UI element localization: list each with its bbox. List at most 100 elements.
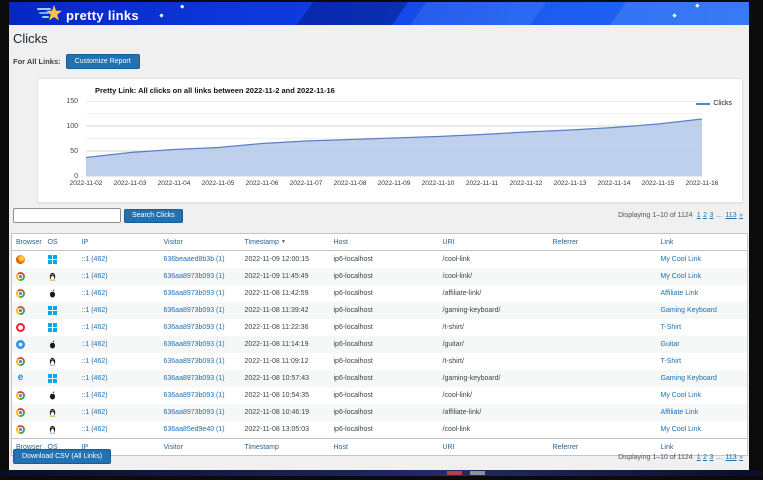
ip-cell: ::1 (462) bbox=[78, 421, 160, 439]
os-cell bbox=[44, 353, 78, 370]
search-clicks-button[interactable]: Search Clicks bbox=[124, 209, 183, 223]
page-link-113[interactable]: 113 bbox=[725, 454, 736, 461]
column-header-host[interactable]: Host bbox=[330, 439, 439, 456]
table-footer-row: BrowserOSIPVisitorTimestampHostURIReferr… bbox=[12, 439, 748, 456]
os-cell bbox=[44, 319, 78, 336]
pretty-link-link[interactable]: My Cool Link bbox=[661, 273, 701, 280]
browser-cell bbox=[12, 251, 44, 269]
column-header-referrer[interactable]: Referrer bbox=[549, 439, 657, 456]
pretty-link-link[interactable]: Guitar bbox=[661, 341, 680, 348]
ip-link[interactable]: ::1 (462) bbox=[82, 358, 108, 365]
page-link-113[interactable]: 113 bbox=[725, 212, 736, 219]
page-title: Clicks bbox=[13, 31, 48, 46]
mac-icon bbox=[48, 289, 57, 298]
referrer-cell bbox=[549, 336, 657, 353]
referrer-cell bbox=[549, 319, 657, 336]
chrome-hub-icon bbox=[18, 274, 23, 279]
visitor-link[interactable]: 636aa8973b093 (1) bbox=[164, 358, 225, 365]
ip-link[interactable]: ::1 (462) bbox=[82, 256, 108, 263]
os-cell bbox=[44, 302, 78, 319]
pretty-link-link[interactable]: Gaming Keyboard bbox=[661, 375, 717, 382]
visitor-link[interactable]: 636aa8973b093 (1) bbox=[164, 409, 225, 416]
ip-link[interactable]: ::1 (462) bbox=[82, 324, 108, 331]
page-link-3[interactable]: 3 bbox=[710, 454, 714, 461]
timestamp-cell: 2022-11-08 11:14:19 bbox=[241, 336, 330, 353]
column-header-referrer[interactable]: Referrer bbox=[549, 234, 657, 251]
visitor-link[interactable]: 636aa8973b093 (1) bbox=[164, 375, 225, 382]
topbar-stripe bbox=[399, 2, 554, 25]
ip-link[interactable]: ::1 (462) bbox=[82, 307, 108, 314]
column-header-link[interactable]: Link bbox=[657, 439, 748, 456]
pretty-link-link[interactable]: Affiliate Link bbox=[661, 409, 699, 416]
ip-link[interactable]: ::1 (462) bbox=[82, 273, 108, 280]
visitor-link[interactable]: 636beaaed8b3b (1) bbox=[164, 256, 225, 263]
timestamp-cell: 2022-11-08 10:54:35 bbox=[241, 387, 330, 404]
visitor-cell: 636aa8973b093 (1) bbox=[160, 387, 241, 404]
page-link-3[interactable]: 3 bbox=[710, 212, 714, 219]
visitor-link[interactable]: 636aa8973b093 (1) bbox=[164, 273, 225, 280]
page-link-2[interactable]: 2 bbox=[703, 454, 707, 461]
column-header-link[interactable]: Link bbox=[657, 234, 748, 251]
os-cell bbox=[44, 268, 78, 285]
visitor-link[interactable]: 636aa8973b093 (1) bbox=[164, 307, 225, 314]
clicks-table: BrowserOSIPVisitorTimestamp▼HostURIRefer… bbox=[11, 233, 748, 456]
visitor-link[interactable]: 636aa8973b093 (1) bbox=[164, 341, 225, 348]
pretty-link-link[interactable]: Gaming Keyboard bbox=[661, 307, 717, 314]
uri-cell: /t-shirt/ bbox=[439, 353, 549, 370]
download-csv-button[interactable]: Download CSV (All Links) bbox=[13, 449, 111, 464]
mac-icon bbox=[48, 391, 57, 400]
x-tick-label: 2022-11-05 bbox=[202, 180, 235, 187]
ip-link[interactable]: ::1 (462) bbox=[82, 426, 108, 433]
page-link-2[interactable]: 2 bbox=[703, 212, 707, 219]
column-header-browser[interactable]: Browser bbox=[12, 234, 44, 251]
pretty-link-link[interactable]: My Cool Link bbox=[661, 426, 701, 433]
uri-cell: /affiliate-link/ bbox=[439, 285, 549, 302]
column-header-ip[interactable]: IP bbox=[78, 234, 160, 251]
ip-link[interactable]: ::1 (462) bbox=[82, 409, 108, 416]
table-row: ::1 (462) 636aa8973b093 (1) 2022-11-08 10:… bbox=[12, 387, 748, 404]
column-header-uri[interactable]: URI bbox=[439, 439, 549, 456]
pretty-link-link[interactable]: My Cool Link bbox=[661, 392, 701, 399]
visitor-cell: 636aa8973b093 (1) bbox=[160, 268, 241, 285]
referrer-cell bbox=[549, 302, 657, 319]
page-link-1[interactable]: 1 bbox=[697, 212, 701, 219]
ip-link[interactable]: ::1 (462) bbox=[82, 392, 108, 399]
next-page-link[interactable]: » bbox=[739, 454, 743, 461]
page-ellipsis: … bbox=[716, 212, 723, 219]
visitor-link[interactable]: 636aa8973b093 (1) bbox=[164, 324, 225, 331]
ip-cell: ::1 (462) bbox=[78, 353, 160, 370]
column-header-timestamp[interactable]: Timestamp bbox=[241, 439, 330, 456]
visitor-link[interactable]: 636aa8973b093 (1) bbox=[164, 392, 225, 399]
linux-icon bbox=[48, 272, 57, 281]
ip-link[interactable]: ::1 (462) bbox=[82, 341, 108, 348]
column-header-visitor[interactable]: Visitor bbox=[160, 439, 241, 456]
column-header-timestamp[interactable]: Timestamp▼ bbox=[241, 234, 330, 251]
column-header-host[interactable]: Host bbox=[330, 234, 439, 251]
page-link-1[interactable]: 1 bbox=[697, 454, 701, 461]
pretty-link-link[interactable]: T-Shirt bbox=[661, 358, 682, 365]
next-page-link[interactable]: » bbox=[739, 212, 743, 219]
column-header-os[interactable]: OS bbox=[44, 234, 78, 251]
uri-cell: /gaming-keyboard/ bbox=[439, 370, 549, 387]
column-header-uri[interactable]: URI bbox=[439, 234, 549, 251]
column-header-visitor[interactable]: Visitor bbox=[160, 234, 241, 251]
table-row: ::1 (462)636aa8973b093 (1)2022-11-08 11:… bbox=[12, 353, 748, 370]
link-cell: My Cool Link bbox=[657, 268, 748, 285]
ip-link[interactable]: ::1 (462) bbox=[82, 375, 108, 382]
displaying-text: Displaying 1–10 of 1124 bbox=[618, 454, 693, 461]
y-tick-label: 50 bbox=[46, 148, 78, 155]
ip-link[interactable]: ::1 (462) bbox=[82, 290, 108, 297]
displaying-text: Displaying 1–10 of 1124 bbox=[618, 212, 693, 219]
pretty-link-link[interactable]: Affiliate Link bbox=[661, 290, 699, 297]
ip-cell: ::1 (462) bbox=[78, 404, 160, 421]
search-input[interactable] bbox=[13, 208, 121, 223]
visitor-link[interactable]: 636aa8973b093 (1) bbox=[164, 290, 225, 297]
customize-report-button[interactable]: Customize Report bbox=[66, 54, 140, 69]
referrer-cell bbox=[549, 421, 657, 439]
pretty-link-link[interactable]: T-Shirt bbox=[661, 324, 682, 331]
chrome-hub-icon bbox=[18, 393, 23, 398]
timestamp-cell: 2022-11-08 10:57:43 bbox=[241, 370, 330, 387]
pretty-link-link[interactable]: My Cool Link bbox=[661, 256, 701, 263]
visitor-link[interactable]: 636aa85ed9e40 (1) bbox=[164, 426, 225, 433]
clicks-chart-card: Pretty Link: All clicks on all links bet… bbox=[37, 78, 743, 203]
